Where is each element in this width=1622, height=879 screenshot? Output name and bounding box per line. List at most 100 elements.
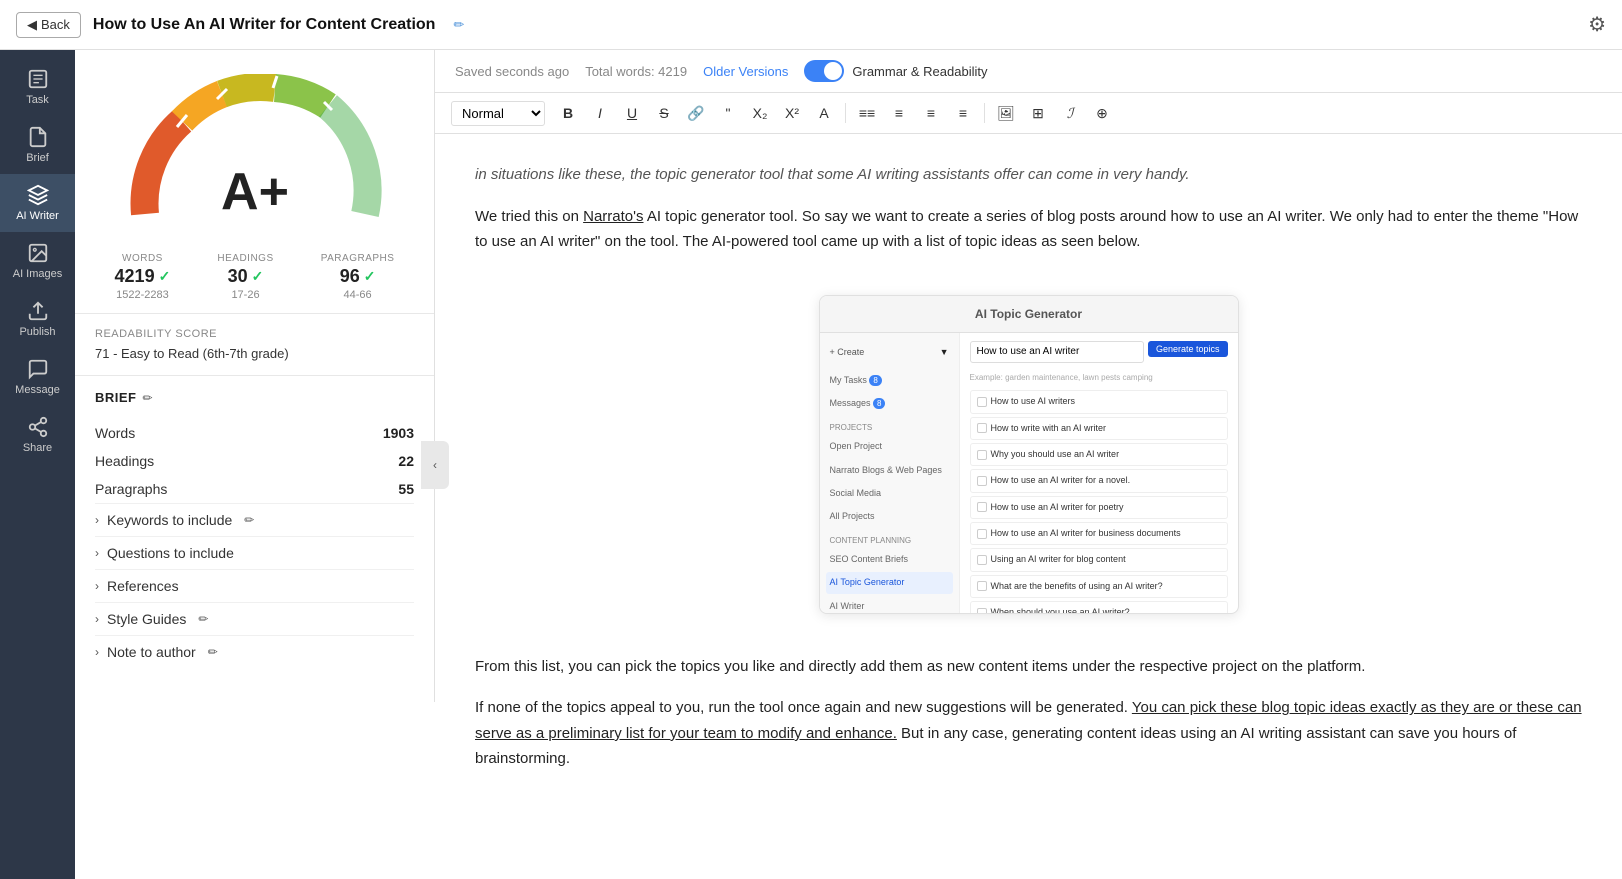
older-versions-link[interactable]: Older Versions	[703, 64, 788, 79]
keywords-collapsible[interactable]: › Keywords to include ✏	[95, 503, 414, 536]
gauge-chart: A+	[115, 74, 395, 229]
sidebar-item-message[interactable]: Message	[0, 348, 75, 406]
editor-paragraph-3: From this list, you can pick the topics …	[475, 654, 1582, 680]
font-color-button[interactable]: A	[809, 99, 839, 127]
sidebar-item-share-label: Share	[23, 442, 52, 454]
ordered-list-button[interactable]: ≡	[884, 99, 914, 127]
note-to-author-label: Note to author	[107, 644, 196, 660]
sidebar-item-ai-images[interactable]: AI Images	[0, 232, 75, 290]
editor-content[interactable]: in situations like these, the topic gene…	[435, 134, 1622, 879]
style-guides-collapsible[interactable]: › Style Guides ✏	[95, 602, 414, 635]
style-guides-edit-icon[interactable]: ✏	[198, 612, 208, 626]
sidebar-item-ai-writer[interactable]: AI Writer	[0, 174, 75, 232]
top-bar-left: ◀ Back How to Use An AI Writer for Conte…	[16, 12, 464, 38]
top-bar: ◀ Back How to Use An AI Writer for Conte…	[0, 0, 1622, 50]
headings-value: 30	[228, 266, 248, 287]
brief-headings-label: Headings	[95, 453, 154, 469]
icon-sidebar: Task Brief AI Writer AI Images Publish M…	[0, 50, 75, 879]
words-stat: WORDS 4219 ✓ 1522-2283	[115, 253, 171, 301]
sidebar-item-task[interactable]: Task	[0, 58, 75, 116]
editor-topbar: Saved seconds ago Total words: 4219 Olde…	[435, 50, 1622, 93]
unordered-list-button[interactable]: ≡	[916, 99, 946, 127]
format-select[interactable]: Normal Heading 1 Heading 2 Heading 3	[451, 101, 545, 126]
table-button[interactable]: ⊞	[1023, 99, 1053, 127]
superscript-button[interactable]: X²	[777, 99, 807, 127]
title-edit-icon[interactable]: ✏	[453, 17, 464, 33]
total-words: Total words: 4219	[585, 64, 687, 79]
references-chevron: ›	[95, 579, 99, 593]
mock-generate-button: Generate topics	[1148, 341, 1228, 357]
strikethrough-button[interactable]: S	[649, 99, 679, 127]
readability-title: READABILITY SCORE	[95, 328, 414, 340]
paragraphs-range: 44-66	[344, 289, 372, 301]
mock-main: Generate topics Example: garden maintena…	[960, 333, 1238, 613]
score-panel: A+ WORDS 4219 ✓ 1522-2283 HEADINGS 30	[75, 50, 435, 702]
readability-section: READABILITY SCORE 71 - Easy to Read (6th…	[75, 314, 434, 376]
headings-stat: HEADINGS 30 ✓ 17-26	[217, 253, 273, 301]
toolbar: Normal Heading 1 Heading 2 Heading 3 B I…	[435, 93, 1622, 134]
mock-header: AI Topic Generator	[820, 296, 1238, 333]
bold-button[interactable]: B	[553, 99, 583, 127]
brief-row-headings: Headings 22	[95, 447, 414, 475]
style-guides-label: Style Guides	[107, 611, 186, 627]
brief-paragraphs-value: 55	[398, 481, 414, 497]
sidebar-item-share[interactable]: Share	[0, 406, 75, 464]
sidebar-item-task-label: Task	[26, 94, 49, 106]
link-button[interactable]: 🔗	[681, 99, 711, 127]
toolbar-separator-2	[984, 103, 985, 123]
page-title: How to Use An AI Writer for Content Crea…	[93, 16, 436, 34]
sidebar-item-publish-label: Publish	[19, 326, 55, 338]
underline-button[interactable]: U	[617, 99, 647, 127]
quote-button[interactable]: "	[713, 99, 743, 127]
brief-words-label: Words	[95, 425, 135, 441]
brief-edit-icon[interactable]: ✏	[143, 391, 153, 405]
brief-section: BRIEF ✏ Words 1903 Headings 22 Paragraph…	[75, 376, 434, 682]
grammar-label: Grammar & Readability	[852, 64, 987, 79]
mock-search-input	[970, 341, 1144, 363]
panel-collapse-handle[interactable]: ‹	[421, 441, 449, 489]
keywords-chevron: ›	[95, 513, 99, 527]
align-button[interactable]: ≡	[948, 99, 978, 127]
italic-button[interactable]: I	[585, 99, 615, 127]
image-button[interactable]: 🖼	[991, 99, 1021, 127]
keywords-edit-icon[interactable]: ✏	[244, 513, 254, 527]
references-label: References	[107, 578, 179, 594]
note-to-author-edit-icon[interactable]: ✏	[208, 645, 218, 659]
headings-range: 17-26	[231, 289, 259, 301]
words-value: 4219	[115, 266, 155, 287]
paragraphs-stat: PARAGRAPHS 96 ✓ 44-66	[321, 253, 395, 301]
gauge-container: A+	[75, 50, 434, 241]
brief-row-words: Words 1903	[95, 419, 414, 447]
indent-button[interactable]: ≡≡	[852, 99, 882, 127]
style-guides-chevron: ›	[95, 612, 99, 626]
note-to-author-collapsible[interactable]: › Note to author ✏	[95, 635, 414, 668]
grammar-toggle[interactable]	[804, 60, 844, 82]
sidebar-item-publish[interactable]: Publish	[0, 290, 75, 348]
note-to-author-chevron: ›	[95, 645, 99, 659]
brief-headings-value: 22	[398, 453, 414, 469]
headings-check: ✓	[252, 268, 264, 285]
insert-button[interactable]: ⊕	[1087, 99, 1117, 127]
clear-format-button[interactable]: ℐ	[1055, 99, 1085, 127]
grade-display: A+	[221, 163, 289, 221]
mock-sidebar: + Create ▼ My Tasks 8 Messages 8 PROJECT…	[820, 333, 960, 613]
brief-header: BRIEF ✏	[95, 390, 414, 405]
main-layout: Task Brief AI Writer AI Images Publish M…	[0, 50, 1622, 879]
subscript-button[interactable]: X₂	[745, 99, 775, 127]
grammar-toggle-container: Grammar & Readability	[804, 60, 987, 82]
words-check: ✓	[159, 268, 171, 285]
questions-collapsible[interactable]: › Questions to include	[95, 536, 414, 569]
narrato-link[interactable]: Narrato's	[583, 208, 643, 225]
score-panel-wrapper: A+ WORDS 4219 ✓ 1522-2283 HEADINGS 30	[75, 50, 435, 879]
paragraphs-check: ✓	[364, 268, 376, 285]
settings-icon[interactable]: ⚙	[1588, 12, 1606, 37]
toolbar-separator-1	[845, 103, 846, 123]
references-collapsible[interactable]: › References	[95, 569, 414, 602]
sidebar-item-brief[interactable]: Brief	[0, 116, 75, 174]
sidebar-item-brief-label: Brief	[26, 152, 49, 164]
sidebar-item-message-label: Message	[15, 384, 60, 396]
toggle-knob	[824, 62, 842, 80]
readability-score: 71 - Easy to Read (6th-7th grade)	[95, 346, 414, 361]
back-button[interactable]: ◀ Back	[16, 12, 81, 38]
paragraphs-value: 96	[340, 266, 360, 287]
